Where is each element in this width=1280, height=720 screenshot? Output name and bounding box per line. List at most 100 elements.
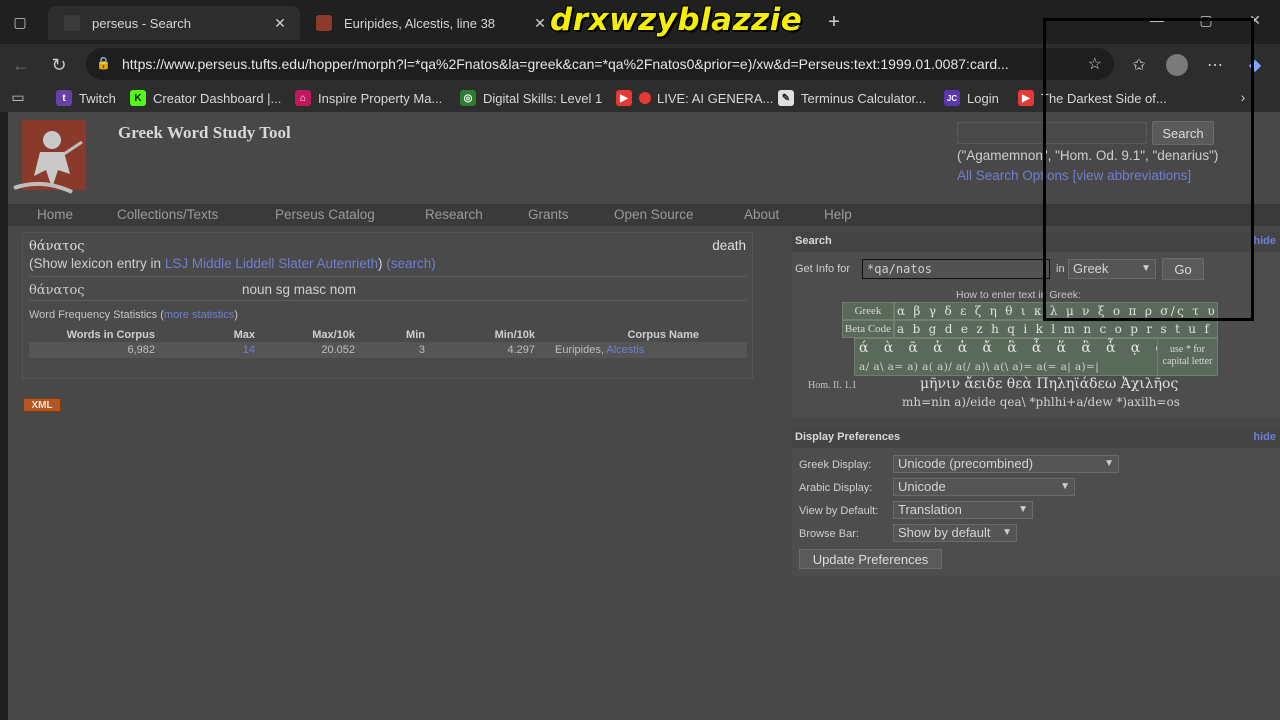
perseus-logo-icon	[316, 15, 332, 31]
lexicon-slater-link[interactable]: Slater	[278, 256, 313, 271]
chevron-down-icon: ▼	[1104, 458, 1114, 469]
address-bar[interactable]: 🔒 https://www.perseus.tufts.edu/hopper/m…	[86, 48, 1114, 80]
nav-home[interactable]: Home	[37, 207, 73, 222]
bookmark-label: Login	[967, 90, 999, 106]
display-preferences-panel: Display Preferences hide Greek Display: …	[792, 428, 1280, 576]
tab-euripides[interactable]: Euripides, Alcestis, line 38 ✕	[300, 6, 560, 40]
select-value: Show by default	[898, 525, 991, 540]
youtube-icon: ▶	[616, 90, 632, 106]
nav-open-source[interactable]: Open Source	[614, 207, 694, 222]
bookmark-item[interactable]: ▶ LIVE: AI GENERA...	[616, 88, 773, 108]
arabic-display-select[interactable]: Unicode ▼	[893, 478, 1075, 496]
bookmark-label: Inspire Property Ma...	[318, 90, 443, 106]
close-icon[interactable]: ✕	[270, 15, 290, 32]
nav-grants[interactable]: Grants	[528, 207, 569, 222]
lexicon-middle-liddell-link[interactable]: Middle Liddell	[192, 256, 275, 271]
chevron-down-icon: ▼	[1018, 504, 1028, 515]
bookmark-item[interactable]: ◎ Digital Skills: Level 1	[460, 88, 602, 108]
bookmark-label: Creator Dashboard |...	[153, 90, 282, 106]
location-pin-icon: ◎	[460, 90, 476, 106]
lexicon-search-link[interactable]: (search)	[386, 256, 436, 271]
cell-words: 6,982	[29, 342, 159, 358]
bookmark-item[interactable]: ⌂ Inspire Property Ma...	[295, 88, 442, 108]
get-info-label: Get Info for	[795, 263, 851, 275]
select-value: Unicode	[898, 479, 946, 494]
chevron-down-icon: ▼	[1002, 527, 1012, 538]
xml-badge[interactable]: XML	[23, 398, 61, 412]
bookmark-item[interactable]: K Creator Dashboard |...	[130, 88, 281, 108]
example-citation: Hom. Il. 1.1	[808, 380, 857, 391]
view-default-select[interactable]: Translation ▼	[893, 501, 1033, 519]
freq-stats-label: Word Frequency Statistics (more statisti…	[29, 309, 238, 321]
col-header: Min/10k	[494, 329, 535, 341]
jc-icon: JC	[944, 90, 960, 106]
table-header-row: Words in Corpus Max Max/10k Min Min/10k …	[29, 328, 747, 342]
greek-row-label: Greek	[842, 302, 894, 320]
accent-chars: ά ὰ ᾶ ἀ ἁ ἄ ἃ ἆ ἅ ἂ ἇ ᾳ ᾴ ᾅ	[859, 340, 1196, 356]
home-icon: ⌂	[295, 90, 311, 106]
hide-link[interactable]: hide	[1253, 235, 1276, 247]
live-dot-icon	[639, 92, 651, 104]
cell-max: 14	[159, 342, 259, 358]
nav-collections[interactable]: Collections/Texts	[117, 207, 218, 222]
new-tab-button[interactable]: +	[822, 10, 846, 34]
freq-label: Word Frequency Statistics (	[29, 309, 164, 321]
max-link[interactable]: 14	[243, 344, 255, 356]
browse-bar-select[interactable]: Show by default ▼	[893, 524, 1017, 542]
arabic-display-label: Arabic Display:	[799, 482, 873, 494]
more-statistics-link[interactable]: more statistics	[164, 309, 234, 321]
nav-about[interactable]: About	[744, 207, 779, 222]
tab-title: Euripides, Alcestis, line 38	[344, 15, 496, 31]
divider	[29, 276, 747, 277]
divider	[29, 300, 747, 301]
lexicon-autenrieth-link[interactable]: Autenrieth	[316, 256, 378, 271]
col-header: Words in Corpus	[66, 329, 155, 341]
tab-perseus-search[interactable]: perseus - Search ✕	[48, 6, 300, 40]
hide-link[interactable]: hide	[1253, 431, 1276, 443]
bookmark-item[interactable]: JC Login	[944, 88, 999, 108]
close-icon[interactable]: ✕	[530, 15, 550, 32]
kick-icon: K	[130, 90, 146, 106]
corpus-work-link[interactable]: Alcestis	[606, 344, 644, 356]
col-header: Min	[406, 329, 425, 341]
tab-actions-icon[interactable]: ▢	[8, 10, 32, 34]
perseus-logo-icon	[13, 120, 86, 194]
table-row: 6,982 14 20.052 3 4.297 Euripides, Alces…	[29, 342, 747, 358]
lexicon-prefix: (Show lexicon entry in	[29, 256, 162, 271]
select-value: Translation	[898, 502, 962, 517]
tab-title: perseus - Search	[92, 15, 191, 31]
panel-header: Display Preferences hide	[792, 428, 1280, 448]
bookmark-toggle-icon[interactable]: ▭	[6, 85, 30, 109]
cell-corpus: Euripides, Alcestis	[539, 342, 747, 358]
greek-display-label: Greek Display:	[799, 459, 872, 471]
nav-catalog[interactable]: Perseus Catalog	[275, 207, 375, 222]
nav-help[interactable]: Help	[824, 207, 852, 222]
lexicon-links: (Show lexicon entry in LSJ Middle Liddel…	[29, 256, 436, 271]
cell-min: 3	[359, 342, 429, 358]
col-header: Max	[233, 329, 255, 341]
col-header: Corpus Name	[627, 329, 699, 341]
site-info-icon[interactable]: 🔒	[96, 56, 112, 72]
bookmark-item[interactable]: t Twitch	[56, 88, 116, 108]
parse-analysis: noun sg masc nom	[242, 282, 357, 297]
twitch-icon: t	[56, 90, 72, 106]
url-text[interactable]: https://www.perseus.tufts.edu/hopper/mor…	[122, 56, 1082, 72]
update-preferences-button[interactable]: Update Preferences	[799, 549, 942, 569]
get-info-input[interactable]: *qa/natos	[862, 259, 1050, 279]
bookmark-item[interactable]: ✎ Terminus Calculator...	[778, 88, 926, 108]
paren: )	[378, 256, 383, 271]
example-beta: mh=nin a)/eide qea\ *phlhi+a/dew *)axilh…	[902, 395, 1180, 409]
lemma: θάνατος	[29, 239, 85, 254]
corpus-author: Euripides,	[555, 344, 604, 356]
morph-result: θάνατος death (Show lexicon entry in LSJ…	[22, 232, 753, 379]
gloss: death	[712, 238, 746, 253]
greek-display-select[interactable]: Unicode (precombined) ▼	[893, 455, 1119, 473]
bookmark-label: LIVE: AI GENERA...	[657, 90, 774, 106]
beta-chars: a b g d e z h q i k l m n c o p r s t u …	[894, 320, 1218, 338]
paren: )	[234, 309, 238, 321]
lexicon-lsj-link[interactable]: LSJ	[165, 256, 188, 271]
panel-title: Display Preferences	[795, 431, 901, 443]
nav-research[interactable]: Research	[425, 207, 483, 222]
back-arrow-icon[interactable]: ←	[8, 52, 34, 78]
reload-icon[interactable]: ↻	[46, 52, 72, 78]
